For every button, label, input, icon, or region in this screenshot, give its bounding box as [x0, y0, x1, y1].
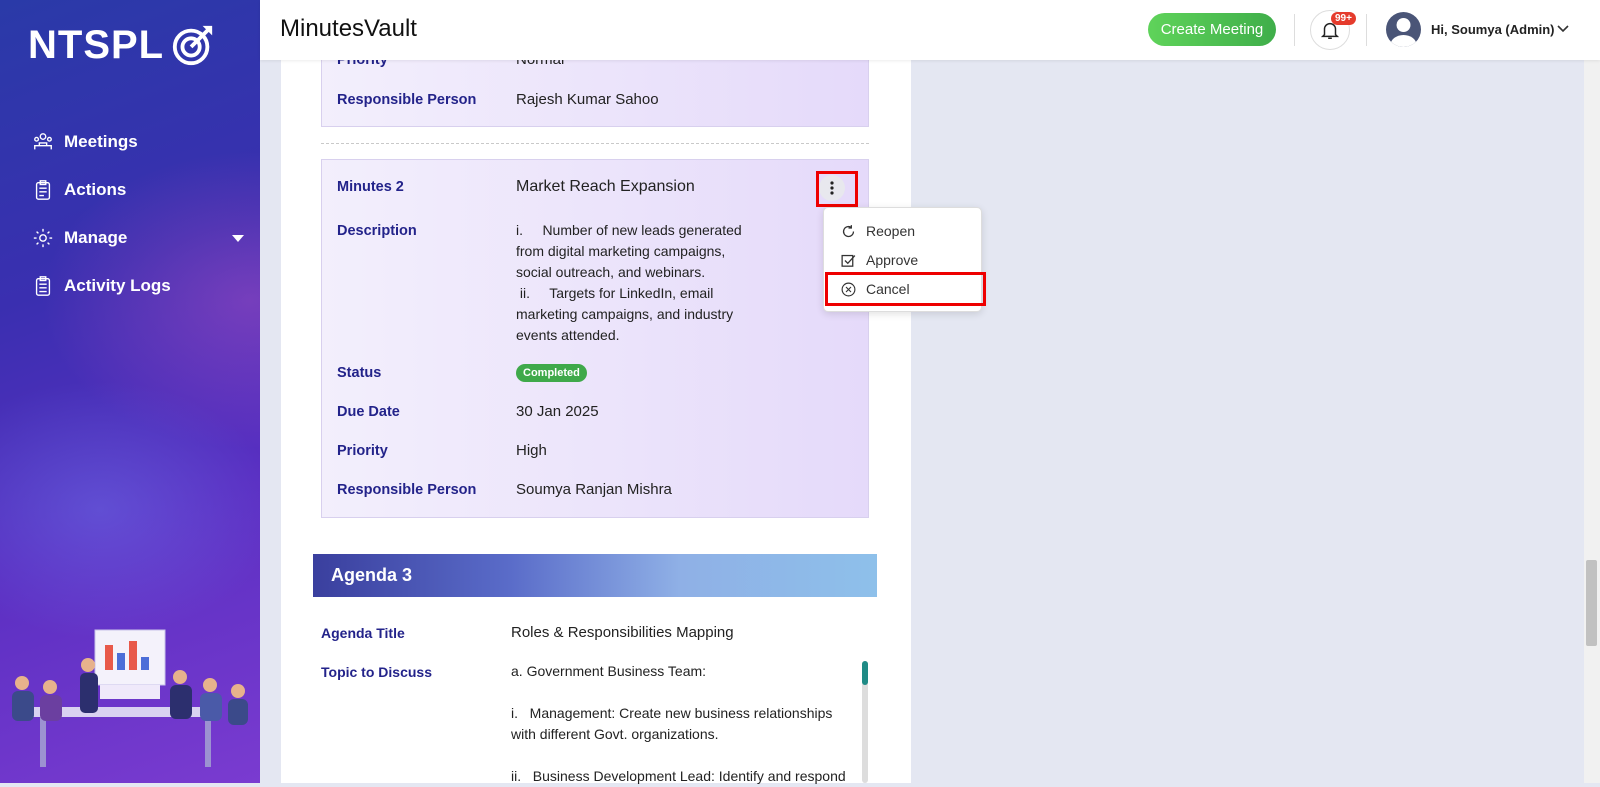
topic-line: i. Management: Create new business relat… [511, 705, 833, 721]
due-date-value: 30 Jan 2025 [516, 403, 599, 420]
chevron-down-icon[interactable] [1556, 22, 1570, 36]
description-line: ii. Targets for LinkedIn, email [516, 285, 714, 301]
description-line: marketing campaigns, and industry [516, 306, 734, 322]
minutes-label: Minutes 2 [337, 179, 404, 195]
kebab-menu-icon [830, 181, 834, 195]
description-label: Description [337, 223, 417, 239]
divider [321, 143, 869, 144]
topic-label: Topic to Discuss [321, 664, 432, 680]
sidebar-item-activity-logs[interactable]: Activity Logs [32, 262, 244, 310]
caret-down-icon[interactable] [232, 234, 244, 242]
avatar[interactable] [1386, 12, 1421, 47]
logo[interactable]: NTSPL [28, 22, 216, 68]
user-greeting[interactable]: Hi, Soumya (Admin) [1431, 22, 1555, 37]
status-label: Status [337, 365, 382, 381]
due-date-label: Due Date [337, 404, 400, 420]
responsible-person-value: Rajesh Kumar Sahoo [516, 91, 659, 108]
menu-item-label: Cancel [866, 281, 910, 297]
sidebar-item-label: Meetings [64, 132, 138, 151]
sidebar-nav: Meetings Actions Manage Activity Logs [32, 118, 244, 310]
menu-item-approve[interactable]: Approve [824, 247, 983, 273]
menu-item-label: Reopen [866, 223, 916, 239]
topic-line: a. Government Business Team: [511, 663, 707, 679]
responsible-person-value: Soumya Ranjan Mishra [516, 481, 672, 498]
menu-item-cancel[interactable]: Cancel [824, 276, 983, 302]
menu-item-reopen[interactable]: Reopen [824, 218, 983, 244]
description-line: events attended. [516, 327, 620, 343]
menu-item-label: Approve [866, 252, 919, 268]
sidebar-item-meetings[interactable]: Meetings [32, 118, 244, 166]
clipboard-icon [35, 180, 51, 200]
close-circle-icon [841, 282, 856, 296]
topic-line [511, 745, 851, 766]
sidebar-item-actions[interactable]: Actions [32, 166, 244, 214]
sidebar-decoration [0, 380, 260, 640]
description-line: i. Number of new leads generated [516, 222, 742, 238]
responsible-person-label: Responsible Person [337, 482, 477, 498]
page-scrollbar[interactable] [1584, 60, 1600, 783]
target-arrow-icon [173, 25, 213, 66]
checkbox-check-icon [841, 254, 856, 267]
responsible-person-label: Responsible Person [337, 92, 477, 108]
create-meeting-button[interactable]: Create Meeting [1148, 13, 1276, 46]
user-avatar-icon [1390, 18, 1417, 47]
topic-line: ii. Business Development Lead: Identify … [511, 768, 846, 784]
divider [1294, 14, 1295, 46]
sidebar-item-label: Actions [64, 180, 127, 199]
top-bar: MinutesVault Create Meeting 99+ Hi, Soum… [260, 0, 1600, 60]
topic-scrollbar-thumb[interactable] [862, 661, 868, 685]
description-line: from digital marketing campaigns, [516, 243, 726, 259]
priority-value: High [516, 442, 547, 459]
actions-dropdown-menu: Reopen Approve Cancel [823, 207, 982, 312]
notification-badge: 99+ [1331, 12, 1356, 25]
meetings-icon [34, 133, 52, 150]
topic-text: a. Government Business Team: i. Manageme… [511, 661, 851, 787]
status-badge: Completed [516, 364, 587, 382]
topic-line [511, 682, 851, 703]
description-line: social outreach, and webinars. [516, 264, 706, 280]
agenda-title-label: Agenda Title [321, 625, 405, 641]
meeting-illustration [12, 629, 248, 767]
gear-icon [33, 228, 53, 248]
refresh-icon [842, 224, 855, 237]
more-options-button[interactable] [819, 175, 845, 201]
agenda-title-value: Roles & Responsibilities Mapping [511, 624, 734, 641]
agenda-header[interactable]: Agenda 3 [313, 554, 877, 597]
page-scrollbar-thumb[interactable] [1586, 560, 1597, 646]
app-title: MinutesVault [280, 15, 417, 42]
right-panel [924, 60, 1584, 783]
logo-text: NTSPL [28, 22, 165, 67]
divider [1366, 14, 1367, 46]
sidebar: NTSPL Meetings Actions Manage Activity L… [0, 0, 260, 783]
sidebar-item-label: Activity Logs [64, 276, 171, 295]
topic-line: with different Govt. organizations. [511, 726, 719, 742]
description-text: i. Number of new leads generated from di… [516, 220, 756, 346]
minutes-title: Market Reach Expansion [516, 178, 695, 195]
logs-icon [35, 276, 51, 296]
sidebar-item-label: Manage [64, 228, 128, 247]
sidebar-item-manage[interactable]: Manage [32, 214, 244, 262]
priority-label: Priority [337, 443, 388, 459]
